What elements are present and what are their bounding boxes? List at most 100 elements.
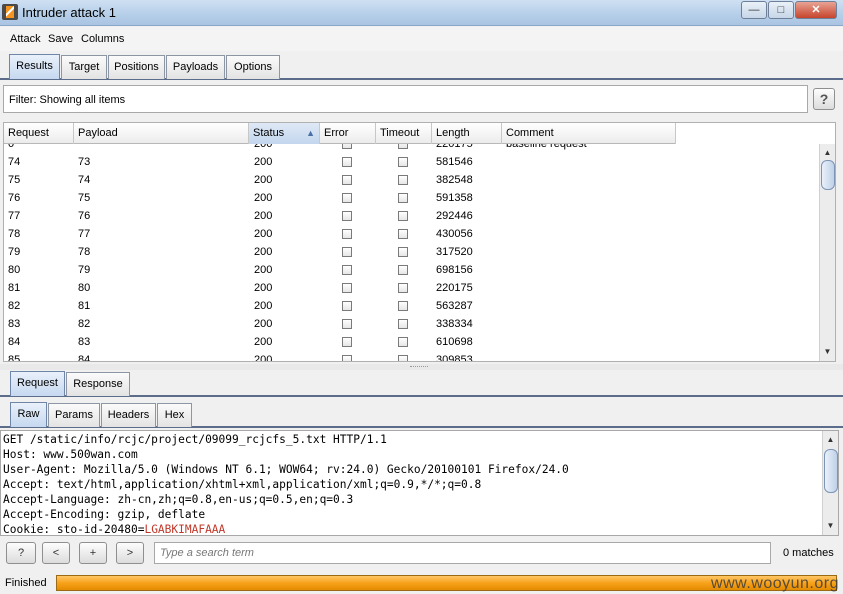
- tab-target[interactable]: Target: [61, 55, 107, 79]
- request-editor[interactable]: GET /static/info/rcjc/project/09099_rcjc…: [0, 430, 839, 536]
- scroll-up-icon[interactable]: ▲: [820, 146, 835, 160]
- search-input[interactable]: [154, 542, 771, 564]
- main-tab-bar: Results Target Positions Payloads Option…: [0, 53, 843, 80]
- tab-hex[interactable]: Hex: [157, 403, 192, 427]
- filter-bar[interactable]: Filter: Showing all items: [3, 85, 808, 113]
- timeout-checkbox: [398, 229, 408, 239]
- error-checkbox: [342, 144, 352, 149]
- cell-length: 292446: [436, 210, 473, 222]
- tab-results[interactable]: Results: [9, 54, 60, 79]
- error-checkbox: [342, 301, 352, 311]
- cell-status: 200: [254, 318, 273, 330]
- tab-params[interactable]: Params: [48, 403, 100, 427]
- tab-positions[interactable]: Positions: [108, 55, 165, 79]
- menu-bar: Attack Save Columns: [0, 27, 843, 51]
- table-row[interactable]: 81 80 200 220175: [4, 279, 676, 297]
- column-header-comment[interactable]: Comment: [502, 123, 676, 144]
- cell-length: 317520: [436, 246, 473, 258]
- timeout-checkbox: [398, 265, 408, 275]
- tab-raw[interactable]: Raw: [10, 402, 47, 427]
- cell-request: 82: [8, 300, 21, 312]
- table-row[interactable]: 79 78 200 317520: [4, 243, 676, 261]
- minimize-button[interactable]: —: [741, 1, 767, 19]
- error-checkbox: [342, 211, 352, 221]
- cell-payload: 78: [78, 246, 91, 258]
- column-header-payload[interactable]: Payload: [74, 123, 249, 144]
- cell-payload: 84: [78, 354, 91, 362]
- cell-length: 581546: [436, 156, 473, 168]
- search-add-button[interactable]: +: [79, 542, 107, 564]
- tab-request[interactable]: Request: [10, 371, 65, 396]
- cell-status: 200: [254, 282, 273, 294]
- cell-payload: 82: [78, 318, 91, 330]
- scrollbar-thumb[interactable]: [824, 449, 838, 493]
- column-header-length[interactable]: Length: [432, 123, 502, 144]
- timeout-checkbox: [398, 175, 408, 185]
- table-scrollbar[interactable]: ▲ ▼: [819, 144, 835, 361]
- cell-payload: 81: [78, 300, 91, 312]
- scroll-down-icon[interactable]: ▼: [820, 345, 835, 359]
- close-button[interactable]: ✕: [795, 1, 837, 19]
- cell-request: 74: [8, 156, 21, 168]
- cell-payload: 83: [78, 336, 91, 348]
- column-header-status[interactable]: Status ▲: [249, 123, 320, 144]
- cell-request: 76: [8, 192, 21, 204]
- cell-status: 200: [254, 354, 273, 362]
- menu-save[interactable]: Save: [48, 33, 73, 45]
- column-header-timeout[interactable]: Timeout: [376, 123, 432, 144]
- editor-scrollbar[interactable]: ▲ ▼: [822, 431, 838, 535]
- tab-options[interactable]: Options: [226, 55, 280, 79]
- table-row[interactable]: 74 73 200 581546: [4, 153, 676, 171]
- request-line: GET /static/info/rcjc/project/09099_rcjc…: [3, 433, 387, 446]
- menu-columns[interactable]: Columns: [81, 33, 124, 45]
- filter-help-button[interactable]: ?: [813, 88, 835, 110]
- table-row[interactable]: 84 83 200 610698: [4, 333, 676, 351]
- search-next-button[interactable]: >: [116, 542, 144, 564]
- table-row[interactable]: 82 81 200 563287: [4, 297, 676, 315]
- timeout-checkbox: [398, 301, 408, 311]
- table-row[interactable]: 77 76 200 292446: [4, 207, 676, 225]
- cell-comment: baseline request: [506, 144, 587, 150]
- tab-response[interactable]: Response: [66, 372, 130, 396]
- window-title: Intruder attack 1: [22, 5, 116, 20]
- error-checkbox: [342, 355, 352, 361]
- splitter-grip-icon[interactable]: [410, 366, 428, 368]
- cell-length: 430056: [436, 228, 473, 240]
- cell-payload: 80: [78, 282, 91, 294]
- table-row[interactable]: 75 74 200 382548: [4, 171, 676, 189]
- cell-payload: 73: [78, 156, 91, 168]
- tab-payloads[interactable]: Payloads: [166, 55, 225, 79]
- cell-status: 200: [254, 156, 273, 168]
- table-row[interactable]: 85 84 200 309853: [4, 351, 676, 362]
- search-previous-button[interactable]: <: [42, 542, 70, 564]
- timeout-checkbox: [398, 211, 408, 221]
- cell-status: 200: [254, 174, 273, 186]
- request-line: Accept: text/html,application/xhtml+xml,…: [3, 478, 482, 491]
- cell-length: 220175: [436, 144, 473, 150]
- cell-status: 200: [254, 228, 273, 240]
- scrollbar-thumb[interactable]: [821, 160, 835, 190]
- cell-status: 200: [254, 336, 273, 348]
- column-header-request[interactable]: Request: [4, 123, 74, 144]
- table-row[interactable]: 76 75 200 591358: [4, 189, 676, 207]
- table-row[interactable]: 0 200 220175 baseline request: [4, 144, 676, 153]
- cell-request: 85: [8, 354, 21, 362]
- error-checkbox: [342, 229, 352, 239]
- scroll-down-icon[interactable]: ▼: [823, 519, 838, 533]
- maximize-button[interactable]: □: [768, 1, 794, 19]
- table-row[interactable]: 78 77 200 430056: [4, 225, 676, 243]
- error-checkbox: [342, 265, 352, 275]
- column-header-error[interactable]: Error: [320, 123, 376, 144]
- scroll-up-icon[interactable]: ▲: [823, 433, 838, 447]
- table-row[interactable]: 83 82 200 338334: [4, 315, 676, 333]
- tab-headers[interactable]: Headers: [101, 403, 156, 427]
- menu-attack[interactable]: Attack: [10, 33, 41, 45]
- cell-request: 79: [8, 246, 21, 258]
- timeout-checkbox: [398, 247, 408, 257]
- search-help-button[interactable]: ?: [6, 542, 36, 564]
- cookie-name: Cookie: sto-id-20480=: [3, 523, 145, 536]
- cell-length: 309853: [436, 354, 473, 362]
- cell-status: 200: [254, 300, 273, 312]
- table-row[interactable]: 80 79 200 698156: [4, 261, 676, 279]
- cell-length: 382548: [436, 174, 473, 186]
